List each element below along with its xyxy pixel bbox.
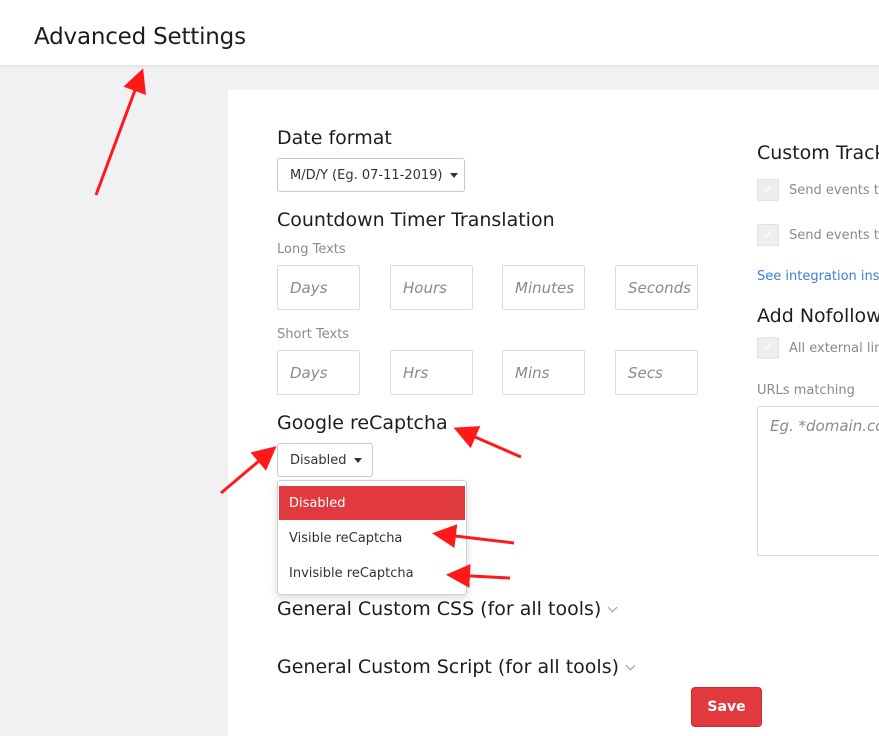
nofollow-option-label: All external lin: [789, 340, 879, 356]
nofollow-title: Add Nofollow: [757, 305, 879, 327]
recaptcha-value: Disabled: [290, 452, 347, 468]
custom-css-toggle[interactable]: General Custom CSS (for all tools): [277, 598, 618, 620]
custom-script-title: General Custom Script (for all tools): [277, 656, 619, 678]
tracking-option-1[interactable]: ✓ Send events t: [757, 179, 879, 201]
checkbox[interactable]: ✓: [757, 337, 779, 359]
urls-matching-label: URLs matching: [757, 383, 855, 398]
recaptcha-title: Google reCaptcha: [277, 412, 448, 434]
page-header: Advanced Settings: [0, 0, 879, 66]
chevron-down-icon: [625, 660, 636, 671]
tracking-option-2[interactable]: ✓ Send events t: [757, 224, 879, 246]
short-seconds-input[interactable]: Secs: [615, 350, 698, 395]
caret-down-icon: [354, 457, 363, 463]
urls-matching-textarea[interactable]: Eg. *domain.co: [757, 406, 879, 556]
custom-tracking-title: Custom Track: [757, 142, 879, 164]
recaptcha-select[interactable]: Disabled: [277, 443, 373, 477]
date-format-title: Date format: [277, 127, 392, 149]
long-hours-input[interactable]: Hours: [390, 265, 473, 310]
checkbox[interactable]: ✓: [757, 224, 779, 246]
short-minutes-input[interactable]: Mins: [502, 350, 585, 395]
recaptcha-option-disabled[interactable]: Disabled: [279, 486, 465, 520]
date-format-value: M/D/Y (Eg. 07-11-2019): [290, 167, 443, 183]
countdown-title: Countdown Timer Translation: [277, 209, 555, 231]
short-days-input[interactable]: Days: [277, 350, 360, 395]
tracking-option-2-label: Send events t: [789, 227, 879, 243]
caret-down-icon: [450, 172, 459, 178]
nofollow-option[interactable]: ✓ All external lin: [757, 337, 879, 359]
short-texts-label: Short Texts: [277, 327, 350, 342]
long-minutes-input[interactable]: Minutes: [502, 265, 585, 310]
custom-css-title: General Custom CSS (for all tools): [277, 598, 602, 620]
page-title: Advanced Settings: [34, 24, 246, 50]
tracking-option-1-label: Send events t: [789, 182, 879, 198]
custom-script-toggle[interactable]: General Custom Script (for all tools): [277, 656, 636, 678]
checkbox[interactable]: ✓: [757, 179, 779, 201]
long-seconds-input[interactable]: Seconds: [615, 265, 698, 310]
long-days-input[interactable]: Days: [277, 265, 360, 310]
date-format-select[interactable]: M/D/Y (Eg. 07-11-2019): [277, 158, 465, 192]
arrow-to-title: [94, 68, 146, 196]
chevron-down-icon: [607, 602, 618, 613]
recaptcha-option-invisible[interactable]: Invisible reCaptcha: [279, 556, 465, 590]
integration-instructions-link[interactable]: See integration ins: [757, 269, 879, 284]
save-button[interactable]: Save: [691, 687, 762, 727]
long-texts-label: Long Texts: [277, 242, 346, 257]
short-hours-input[interactable]: Hrs: [390, 350, 473, 395]
recaptcha-option-visible[interactable]: Visible reCaptcha: [279, 521, 465, 555]
recaptcha-dropdown-menu: Disabled Visible reCaptcha Invisible reC…: [277, 480, 467, 595]
